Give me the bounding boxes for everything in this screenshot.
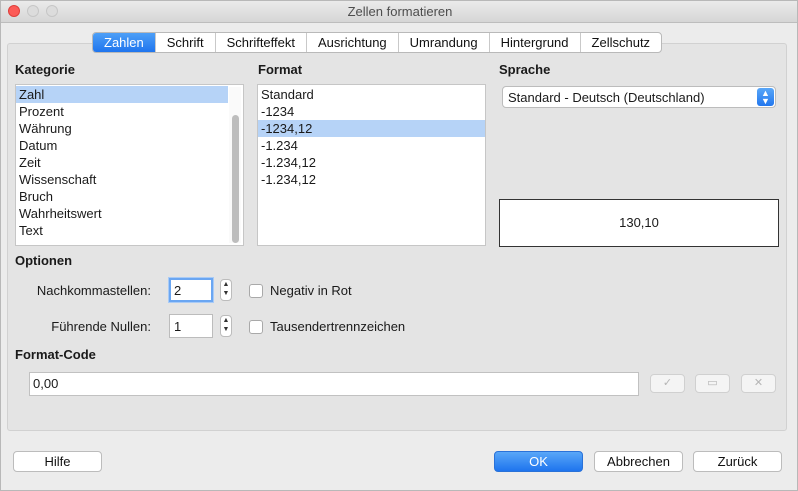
format-heading: Format [258, 62, 303, 77]
kategorie-item-zahl[interactable]: Zahl [16, 86, 228, 103]
sprache-select[interactable]: Standard - Deutsch (Deutschland) ▲ ▼ [502, 86, 776, 108]
format-cells-dialog: Zellen formatieren Zahlen Schrift Schrif… [0, 0, 798, 491]
kategorie-heading: Kategorie [15, 62, 75, 77]
kategorie-scrollbar[interactable] [229, 87, 241, 243]
checkmark-icon[interactable]: ✓ [650, 374, 685, 393]
optionen-heading: Optionen [15, 253, 73, 268]
tab-hintergrund[interactable]: Hintergrund [490, 33, 581, 52]
tab-zellschutz[interactable]: Zellschutz [581, 33, 662, 52]
tab-umrandung[interactable]: Umrandung [399, 33, 490, 52]
format-item[interactable]: -1.234 [258, 137, 485, 154]
kategorie-item-text[interactable]: Text [16, 222, 243, 239]
help-button[interactable]: Hilfe [13, 451, 102, 472]
cancel-button[interactable]: Abbrechen [594, 451, 683, 472]
sprache-value: Standard - Deutsch (Deutschland) [508, 90, 705, 105]
sprache-heading: Sprache [499, 62, 551, 77]
delete-icon[interactable]: ✕ [741, 374, 776, 393]
comment-icon[interactable]: ▭ [695, 374, 730, 393]
fuehrende-nullen-stepper[interactable]: ▲ ▼ [220, 315, 232, 337]
tab-bar: Zahlen Schrift Schrifteffekt Ausrichtung… [92, 32, 663, 53]
negativ-in-rot-checkbox[interactable] [249, 284, 263, 298]
kategorie-item-datum[interactable]: Datum [16, 137, 243, 154]
format-code-heading: Format-Code [15, 347, 96, 362]
title-bar[interactable]: Zellen formatieren [1, 1, 797, 23]
kategorie-item-bruch[interactable]: Bruch [16, 188, 243, 205]
preview-value: 130,10 [619, 215, 659, 230]
format-item[interactable]: -1.234,12 [258, 154, 485, 171]
format-list[interactable]: Standard -1234 -1234,12 -1.234 -1.234,12… [257, 84, 486, 246]
nachkommastellen-stepper[interactable]: ▲ ▼ [220, 279, 232, 301]
tausendertrennzeichen-label: Tausendertrennzeichen [270, 319, 406, 334]
window-title: Zellen formatieren [347, 4, 453, 19]
negativ-in-rot-label: Negativ in Rot [270, 283, 352, 298]
format-item[interactable]: -1.234,12 [258, 171, 485, 188]
updown-arrows-icon: ▲ ▼ [757, 88, 774, 106]
format-preview: 130,10 [499, 199, 779, 247]
kategorie-list[interactable]: Zahl Prozent Währung Datum Zeit Wissensc… [15, 84, 244, 246]
format-item-selected[interactable]: -1234,12 [258, 120, 485, 137]
tab-schrift[interactable]: Schrift [156, 33, 216, 52]
ok-button[interactable]: OK [494, 451, 583, 472]
tausendertrennzeichen-checkbox[interactable] [249, 320, 263, 334]
fuehrende-nullen-input[interactable]: 1 [169, 314, 213, 338]
scrollbar-thumb[interactable] [232, 115, 239, 243]
kategorie-item-wahrheitswert[interactable]: Wahrheitswert [16, 205, 243, 222]
kategorie-item-zeit[interactable]: Zeit [16, 154, 243, 171]
kategorie-item-waehrung[interactable]: Währung [16, 120, 243, 137]
kategorie-item-prozent[interactable]: Prozent [16, 103, 243, 120]
format-item[interactable]: -1234 [258, 103, 485, 120]
tab-schrifteffekt[interactable]: Schrifteffekt [216, 33, 307, 52]
kategorie-item-wissenschaft[interactable]: Wissenschaft [16, 171, 243, 188]
tab-ausrichtung[interactable]: Ausrichtung [307, 33, 399, 52]
tab-zahlen[interactable]: Zahlen [93, 33, 156, 52]
nachkommastellen-label: Nachkommastellen: [36, 283, 151, 298]
nachkommastellen-input[interactable]: 2 [169, 278, 213, 302]
format-item[interactable]: Standard [258, 86, 485, 103]
fuehrende-nullen-label: Führende Nullen: [51, 319, 151, 334]
reset-button[interactable]: Zurück [693, 451, 782, 472]
format-code-input[interactable]: 0,00 [29, 372, 639, 396]
